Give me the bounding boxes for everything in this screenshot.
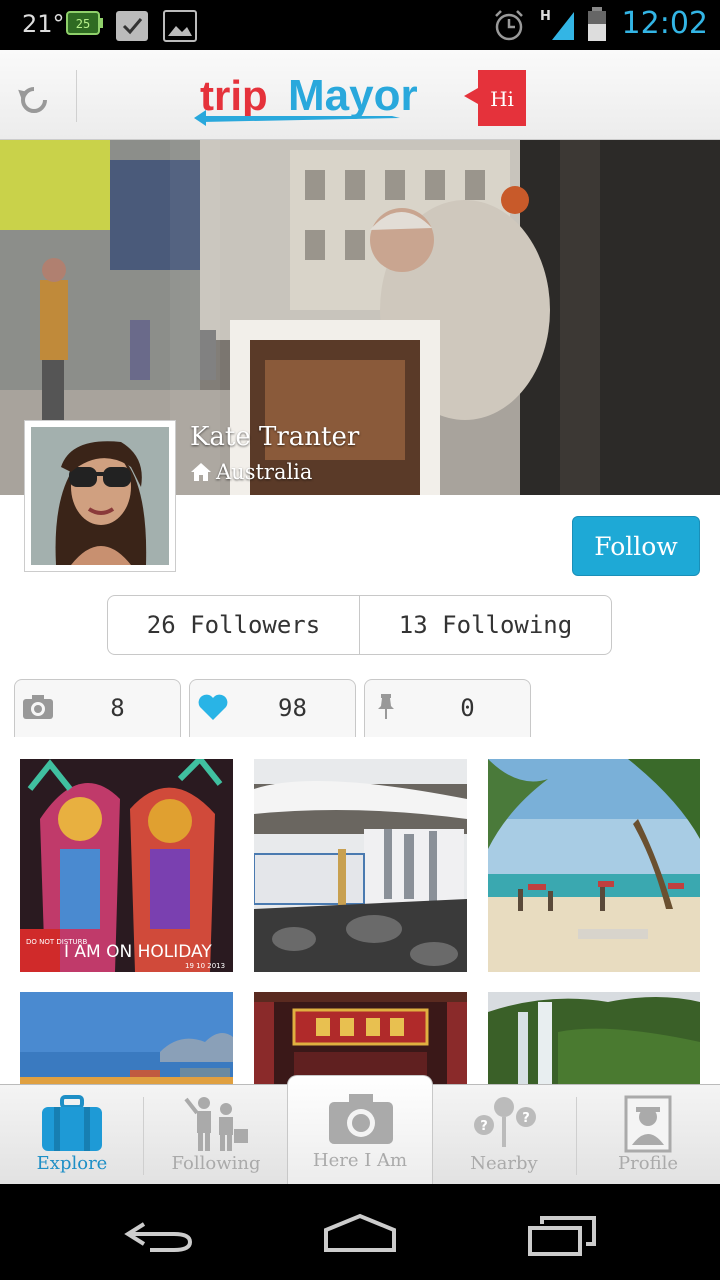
profile-avatar-frame[interactable] (24, 420, 176, 572)
photos-count: 8 (110, 694, 125, 722)
status-bar: 21° 25 H 12:02 (0, 0, 720, 50)
photo-tile[interactable] (20, 992, 233, 1084)
svg-text:19 10 2013: 19 10 2013 (185, 962, 225, 970)
nearby-icon: ? ? (474, 1097, 536, 1147)
tab-explore[interactable]: Explore (0, 1085, 144, 1184)
tab-following[interactable]: Following (144, 1085, 288, 1184)
tab-nearby-label: Nearby (470, 1153, 538, 1174)
refresh-icon[interactable] (12, 78, 56, 122)
home-icon (191, 463, 211, 481)
camera-icon (329, 1094, 393, 1144)
location-text: Australia (216, 460, 313, 484)
heart-icon (198, 694, 228, 720)
avatar (31, 427, 169, 565)
profile-name: Kate Tranter (190, 422, 360, 452)
photos-count-tab[interactable]: 8 (14, 679, 181, 737)
photo-tile[interactable] (254, 759, 467, 972)
clock: 12:02 (621, 6, 708, 41)
follow-button[interactable]: Follow (572, 516, 700, 576)
home-icon[interactable] (322, 1212, 398, 1254)
app-header: trip Mayor Hi (0, 50, 720, 140)
tab-profile[interactable]: Profile (576, 1085, 720, 1184)
svg-text:Mayor: Mayor (288, 71, 418, 120)
counter-tabs: 8 98 0 (14, 679, 531, 737)
image-notification-icon (163, 10, 197, 42)
tab-nearby[interactable]: ? ? Nearby (432, 1085, 576, 1184)
suitcase-icon (42, 1095, 102, 1151)
temperature-text: 21° (22, 10, 65, 38)
battery-indicator-icon: 25 (66, 11, 103, 35)
recent-apps-icon[interactable] (526, 1214, 598, 1258)
tab-explore-label: Explore (36, 1153, 108, 1174)
header-divider (76, 70, 77, 122)
back-icon[interactable] (124, 1214, 196, 1254)
follow-stats: 26 Followers 13 Following (107, 595, 612, 655)
app-screen: trip Mayor Hi Kate Tranter Australia Fol… (0, 50, 720, 1184)
signal-icon: H (540, 9, 574, 40)
followers-button[interactable]: 26 Followers (108, 596, 360, 654)
pins-count-tab[interactable]: 0 (364, 679, 531, 737)
tripmayor-logo: trip Mayor Hi (194, 70, 526, 126)
tab-following-label: Following (171, 1153, 261, 1174)
svg-text:trip: trip (200, 72, 268, 119)
people-icon (184, 1097, 248, 1151)
tab-here-i-am-label: Here I Am (312, 1150, 408, 1171)
svg-text:?: ? (522, 1111, 530, 1126)
pin-icon (378, 694, 394, 719)
photo-tile[interactable] (254, 992, 467, 1084)
svg-text:Hi: Hi (490, 87, 514, 111)
profile-icon (624, 1095, 672, 1153)
camera-icon (23, 695, 53, 719)
battery-icon (588, 7, 606, 41)
svg-text:25: 25 (76, 17, 90, 31)
profile-location: Australia (190, 460, 312, 484)
tab-here-i-am[interactable]: Here I Am (287, 1075, 433, 1184)
alarm-icon (495, 10, 523, 41)
photo-tile[interactable] (488, 992, 701, 1084)
following-button[interactable]: 13 Following (360, 596, 611, 654)
checkbox-notification-icon (116, 11, 148, 41)
svg-text:H: H (540, 9, 551, 24)
photo-tile[interactable] (488, 759, 701, 972)
bottom-tab-bar: Explore Following Here I Am ? ? Nearby P… (0, 1075, 720, 1184)
svg-text:I AM ON HOLIDAY: I AM ON HOLIDAY (64, 942, 212, 962)
svg-text:?: ? (480, 1119, 488, 1134)
tab-profile-label: Profile (618, 1153, 678, 1174)
system-nav-bar (0, 1184, 720, 1280)
likes-count-tab[interactable]: 98 (189, 679, 356, 737)
pins-count: 0 (460, 694, 475, 722)
likes-count: 98 (278, 694, 307, 722)
photo-tile[interactable]: DO NOT DISTURB I AM ON HOLIDAY 19 10 201… (20, 759, 233, 972)
